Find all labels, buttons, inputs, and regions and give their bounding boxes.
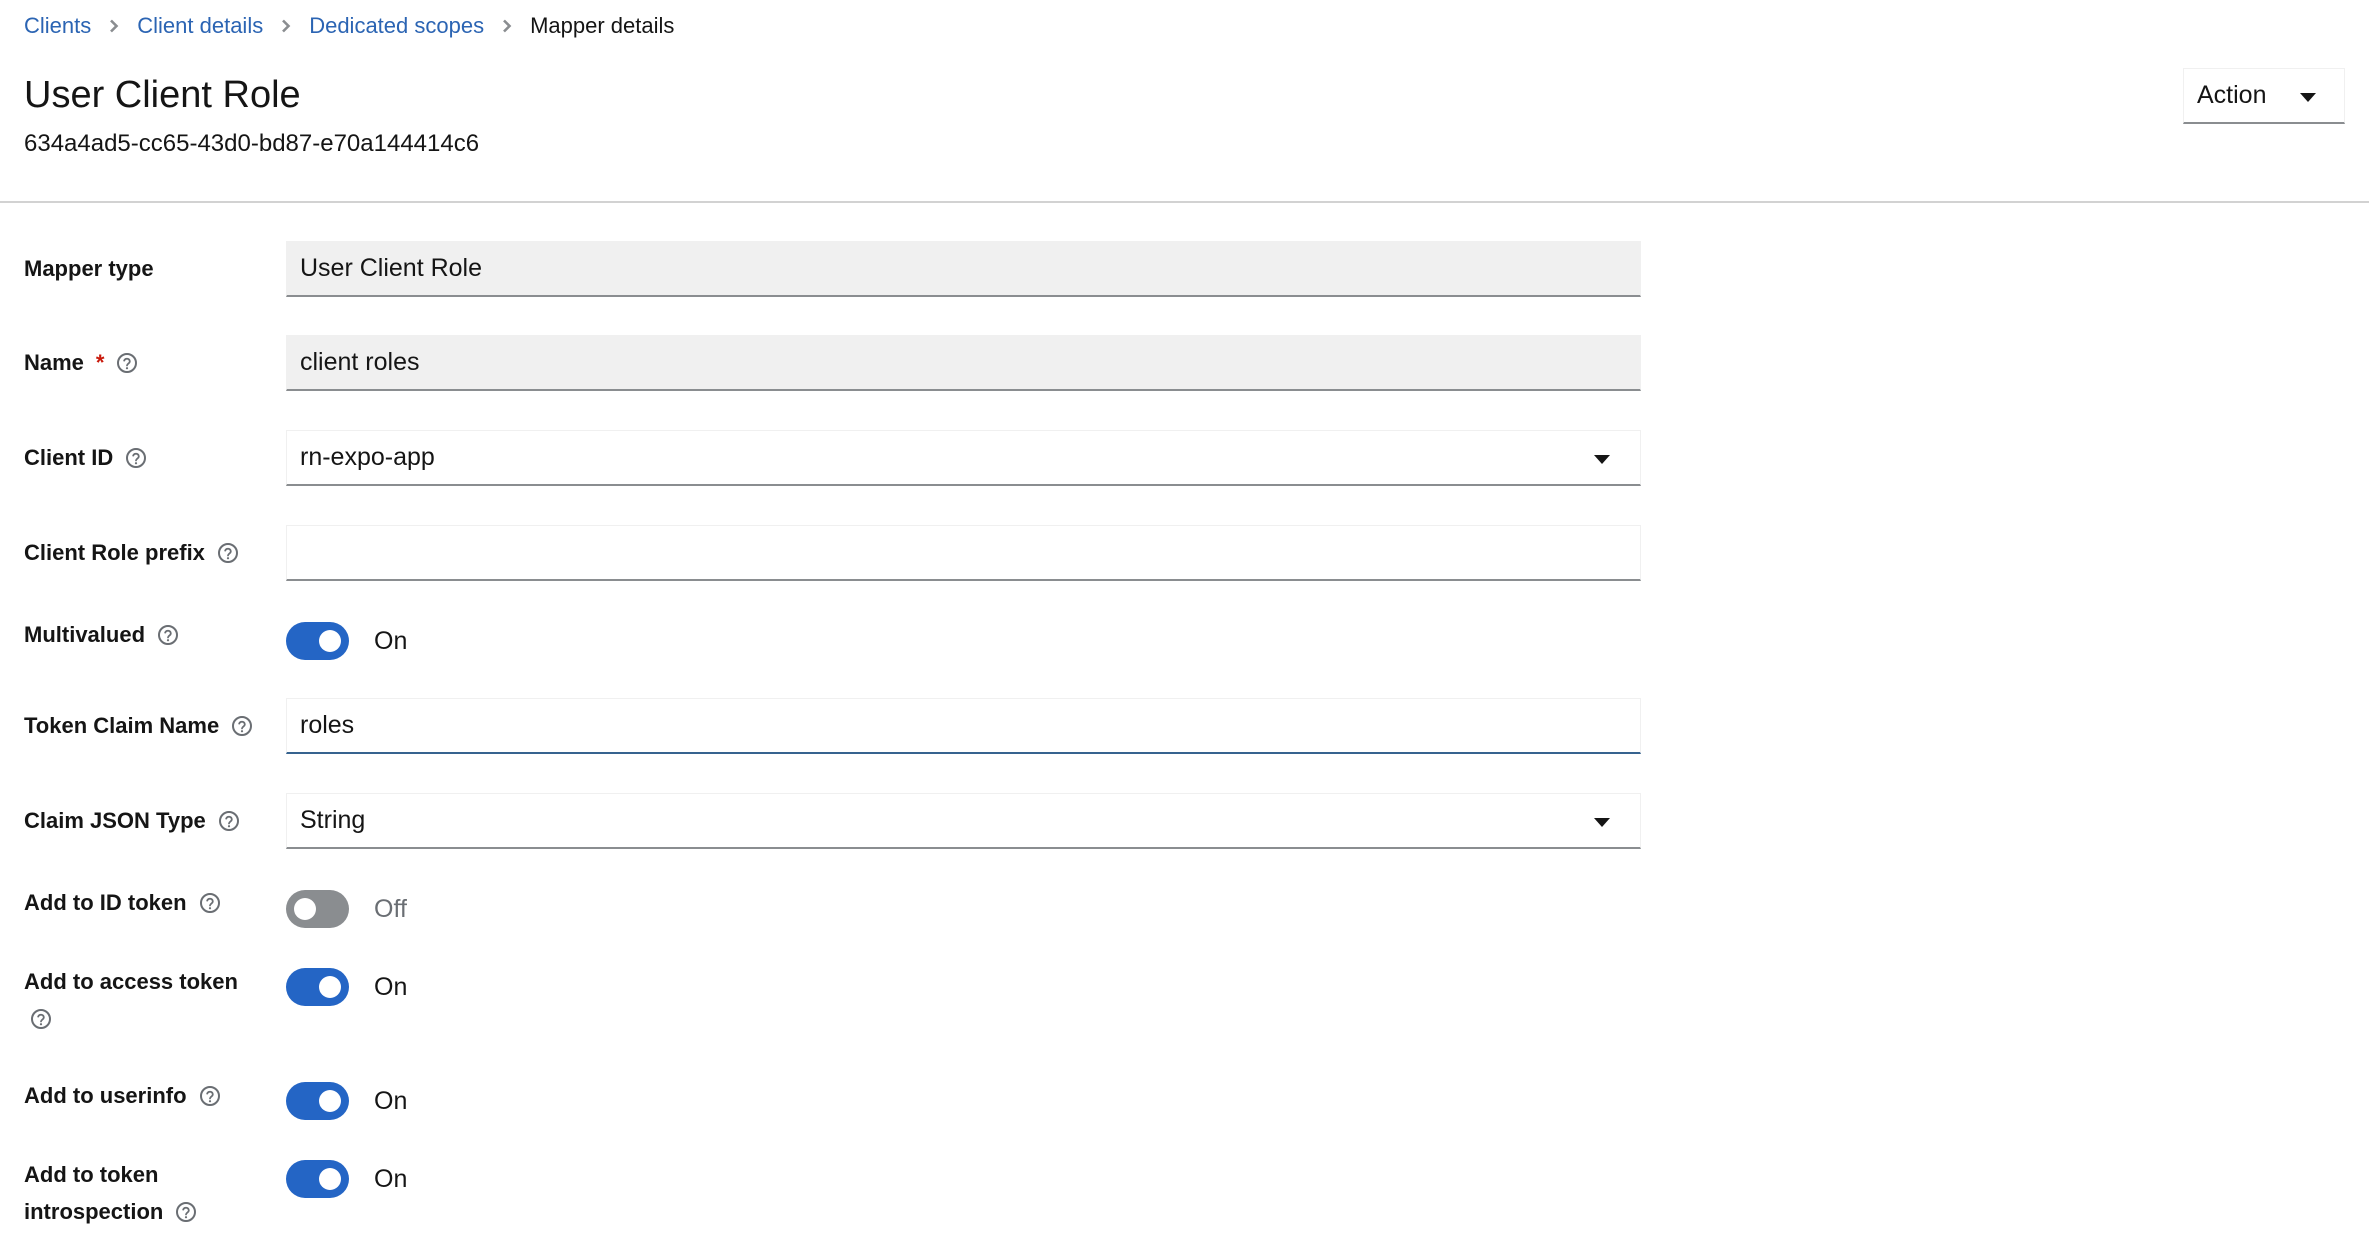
token-claim-name-input[interactable] — [300, 699, 1640, 752]
add-to-access-token-state: On — [374, 973, 408, 1001]
add-to-userinfo-label: Add to userinfo — [24, 1081, 221, 1111]
toggle-knob — [319, 976, 341, 998]
add-to-token-introspection-state: On — [374, 1165, 408, 1193]
add-to-token-introspection-label: Add to token — [24, 1160, 158, 1190]
add-to-id-token-label: Add to ID token — [24, 888, 221, 918]
add-to-token-introspection-label-line1: Add to token — [24, 1162, 159, 1187]
client-id-select[interactable]: rn-expo-app — [286, 430, 1641, 486]
multivalued-label: Multivalued — [24, 620, 179, 650]
action-dropdown-button[interactable]: Action — [2183, 68, 2345, 124]
client-id-label-text: Client ID — [24, 445, 114, 470]
name-field: client roles — [286, 335, 1641, 391]
client-role-prefix-input[interactable] — [300, 526, 1640, 579]
chevron-right-icon — [91, 19, 137, 33]
help-icon[interactable] — [217, 542, 239, 564]
help-icon[interactable] — [116, 352, 138, 374]
toggle-knob — [319, 1090, 341, 1112]
add-to-userinfo-toggle[interactable] — [286, 1082, 349, 1120]
breadcrumb-mapper-details: Mapper details — [530, 13, 675, 38]
caret-down-icon — [2300, 93, 2316, 102]
help-icon[interactable] — [218, 810, 240, 832]
name-label: Name * — [24, 348, 138, 378]
claim-json-type-value: String — [300, 806, 366, 834]
help-icon[interactable] — [125, 447, 147, 469]
token-claim-name-label-text: Token Claim Name — [24, 713, 220, 738]
mapper-type-value: User Client Role — [300, 254, 483, 282]
claim-json-type-label: Claim JSON Type — [24, 806, 240, 836]
chevron-right-icon — [263, 19, 309, 33]
client-id-value: rn-expo-app — [300, 443, 435, 471]
caret-down-icon — [1594, 455, 1610, 464]
help-icon[interactable] — [175, 1201, 197, 1223]
add-to-userinfo-label-text: Add to userinfo — [24, 1083, 187, 1108]
mapper-type-label-text: Mapper type — [24, 256, 154, 281]
add-to-userinfo-state: On — [374, 1087, 408, 1115]
multivalued-label-text: Multivalued — [24, 622, 146, 647]
client-role-prefix-input-wrap — [286, 525, 1641, 581]
multivalued-toggle[interactable] — [286, 622, 349, 660]
toggle-knob — [319, 630, 341, 652]
add-to-access-token-label-text: Add to access token — [24, 969, 238, 994]
mapper-type-label: Mapper type — [24, 254, 154, 284]
add-to-token-introspection-label-line2: introspection — [24, 1199, 164, 1224]
add-to-token-introspection-toggle[interactable] — [286, 1160, 349, 1198]
mapper-id: 634a4ad5-cc65-43d0-bd87-e70a144414c6 — [24, 130, 480, 157]
mapper-type-field: User Client Role — [286, 241, 1641, 297]
claim-json-type-label-text: Claim JSON Type — [24, 808, 206, 833]
action-label: Action — [2197, 81, 2267, 109]
breadcrumb: Clients Client details Dedicated scopes … — [24, 10, 674, 42]
help-icon[interactable] — [231, 715, 253, 737]
name-label-text: Name — [24, 350, 84, 375]
breadcrumb-clients[interactable]: Clients — [24, 13, 91, 39]
client-id-label: Client ID — [24, 443, 147, 473]
multivalued-state: On — [374, 627, 408, 655]
breadcrumb-dedicated-scopes[interactable]: Dedicated scopes — [309, 13, 484, 39]
add-to-id-token-label-text: Add to ID token — [24, 890, 187, 915]
caret-down-icon — [1594, 818, 1610, 827]
add-to-token-introspection-label-2: introspection — [24, 1197, 197, 1227]
client-role-prefix-label-text: Client Role prefix — [24, 540, 205, 565]
help-icon[interactable] — [157, 624, 179, 646]
chevron-right-icon — [484, 19, 530, 33]
token-claim-name-label: Token Claim Name — [24, 711, 253, 741]
token-claim-name-input-wrap — [286, 698, 1641, 754]
name-value: client roles — [300, 348, 420, 376]
toggle-knob — [319, 1168, 341, 1190]
help-icon[interactable] — [199, 892, 221, 914]
breadcrumb-client-details[interactable]: Client details — [137, 13, 263, 39]
add-to-access-token-toggle[interactable] — [286, 968, 349, 1006]
claim-json-type-select[interactable]: String — [286, 793, 1641, 849]
toggle-knob — [294, 898, 316, 920]
add-to-id-token-toggle[interactable] — [286, 890, 349, 928]
header-divider — [0, 201, 2369, 203]
page-title: User Client Role — [24, 74, 301, 116]
required-asterisk: * — [95, 350, 105, 375]
help-icon[interactable] — [30, 1008, 52, 1030]
help-icon[interactable] — [199, 1085, 221, 1107]
add-to-access-token-label: Add to access token — [24, 967, 238, 997]
client-role-prefix-label: Client Role prefix — [24, 538, 239, 568]
add-to-id-token-state: Off — [374, 895, 407, 923]
